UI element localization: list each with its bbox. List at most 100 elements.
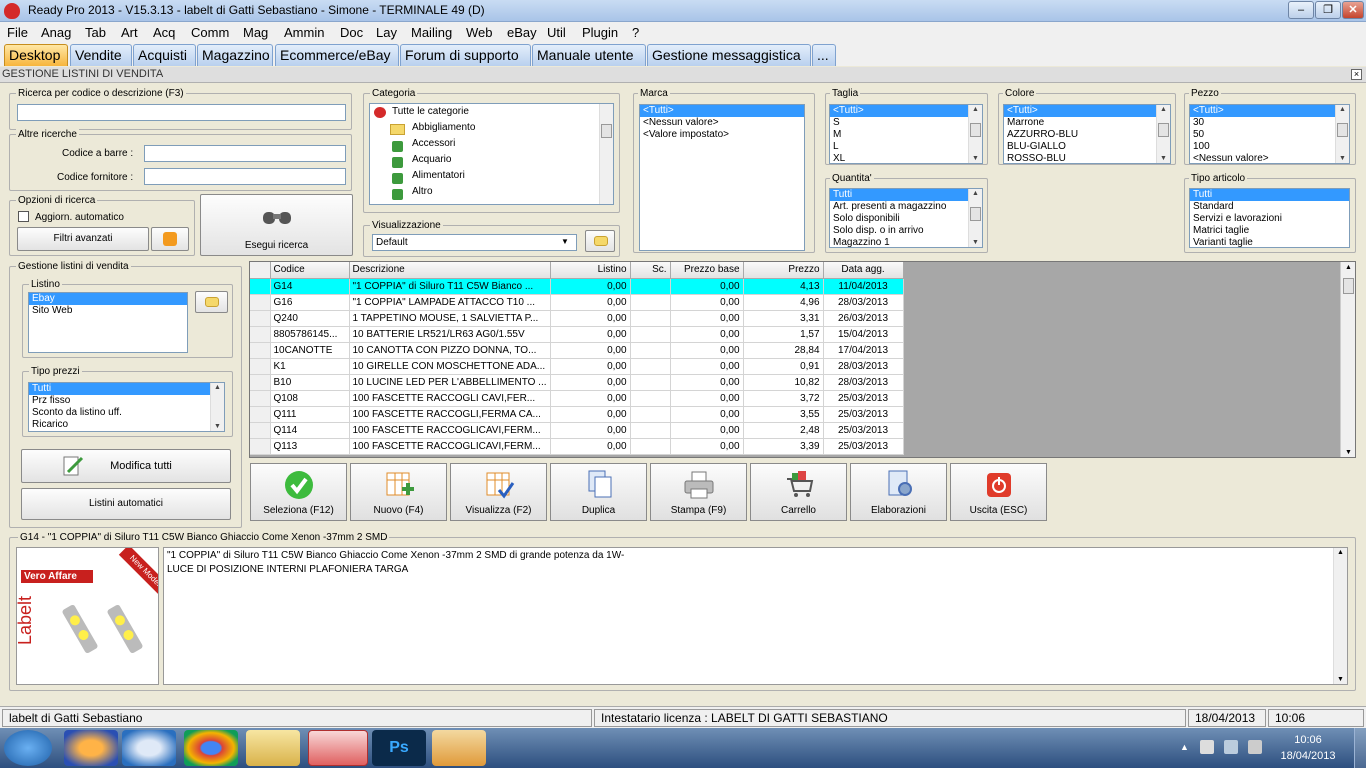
column-header-data-agg[interactable]: Data agg. xyxy=(823,262,904,279)
clock-time[interactable]: 10:06 xyxy=(1278,734,1338,746)
tab-vendite[interactable]: Vendite xyxy=(70,44,132,66)
scroll-thumb[interactable] xyxy=(1158,123,1169,137)
tab-more[interactable]: ... xyxy=(812,44,836,66)
cell-prezzo-base[interactable]: 0,00 xyxy=(670,374,744,391)
cell-listino[interactable]: 0,00 xyxy=(550,310,631,327)
category-root[interactable]: Tutte le categorie xyxy=(370,104,613,120)
tray-chevron-icon[interactable]: ▲ xyxy=(1180,742,1189,752)
cell-prezzo-base[interactable]: 0,00 xyxy=(670,326,744,343)
tray-network-icon[interactable] xyxy=(1224,740,1238,754)
cell-listino[interactable]: 0,00 xyxy=(550,358,631,375)
cell-listino[interactable]: 0,00 xyxy=(550,406,631,423)
execute-search-button[interactable]: Esegui ricerca xyxy=(200,194,353,256)
cell-listino[interactable]: 0,00 xyxy=(550,326,631,343)
cell-codice[interactable]: Q111 xyxy=(270,406,350,423)
quantity-item[interactable]: Art. presenti a magazzino xyxy=(830,201,982,213)
price-type-item[interactable]: Sconto da listino uff. xyxy=(29,407,224,419)
category-scrollbar[interactable] xyxy=(599,104,613,204)
cell-prezzo[interactable]: 3,72 xyxy=(743,390,824,407)
color-item[interactable]: AZZURRO-BLU xyxy=(1004,129,1170,141)
table-row[interactable]: G16 "1 COPPIA" LAMPADE ATTACCO T10 ... 0,0… xyxy=(250,294,904,311)
tab-magazzino[interactable]: Magazzino xyxy=(197,44,273,66)
category-item[interactable]: Abbigliamento xyxy=(370,120,613,136)
row-indicator[interactable] xyxy=(250,342,271,359)
exit-button[interactable]: Uscita (ESC) xyxy=(950,463,1047,521)
cell-descrizione[interactable]: 100 FASCETTE RACCOGLICAVI,FERM... xyxy=(349,438,551,455)
cell-codice[interactable]: Q113 xyxy=(270,438,350,455)
size-item[interactable]: L xyxy=(830,141,982,153)
piece-item[interactable]: 30 xyxy=(1190,117,1349,129)
cell-listino[interactable]: 0,00 xyxy=(550,438,631,455)
cell-codice[interactable]: K1 xyxy=(270,358,350,375)
cell-data-agg[interactable]: 26/03/2013 xyxy=(823,310,904,327)
row-indicator[interactable] xyxy=(250,294,271,311)
menu-web[interactable]: Web xyxy=(466,25,493,40)
cell-listino[interactable]: 0,00 xyxy=(550,342,631,359)
cell-prezzo[interactable]: 3,55 xyxy=(743,406,824,423)
cell-data-agg[interactable]: 28/03/2013 xyxy=(823,358,904,375)
cell-descrizione[interactable]: 10 CANOTTA CON PIZZO DONNA, TO... xyxy=(349,342,551,359)
color-item[interactable]: ROSSO-BLU xyxy=(1004,153,1170,163)
menu-util[interactable]: Util xyxy=(547,25,566,40)
table-row[interactable]: Q113 100 FASCETTE RACCOGLICAVI,FERM... 0,0… xyxy=(250,438,904,455)
column-header-descrizione[interactable]: Descrizione xyxy=(349,262,551,279)
table-scrollbar[interactable]: ▲ ▼ xyxy=(1340,262,1355,457)
cell-codice[interactable]: 8805786145... xyxy=(270,326,350,343)
cell-sconto[interactable] xyxy=(630,438,671,455)
price-type-scrollbar[interactable]: ▲ ▼ xyxy=(210,383,224,431)
view-select[interactable]: Default xyxy=(372,234,577,251)
table-row[interactable]: 10CANOTTE 10 CANOTTA CON PIZZO DONNA, TO.… xyxy=(250,342,904,359)
quantity-item[interactable]: Magazzino 1 xyxy=(830,237,982,247)
color-item[interactable]: <Tutti> xyxy=(1004,105,1170,117)
print-button[interactable]: Stampa (F9) xyxy=(650,463,747,521)
maximize-button[interactable]: ❐ xyxy=(1315,1,1341,19)
cell-codice[interactable]: B10 xyxy=(270,374,350,391)
column-header-codice[interactable]: Codice xyxy=(270,262,350,279)
select-button[interactable]: Seleziona (F12) xyxy=(250,463,347,521)
cell-sconto[interactable] xyxy=(630,406,671,423)
cell-data-agg[interactable]: 15/04/2013 xyxy=(823,326,904,343)
product-description[interactable]: "1 COPPIA" di Siluro T11 C5W Bianco Ghia… xyxy=(163,547,1348,685)
size-item[interactable]: M xyxy=(830,129,982,141)
color-scrollbar[interactable]: ▲ ▼ xyxy=(1156,105,1170,163)
tab-ecommerce[interactable]: Ecommerce/eBay xyxy=(275,44,399,66)
cell-data-agg[interactable]: 28/03/2013 xyxy=(823,294,904,311)
price-type-list[interactable]: Tutti Prz fisso Sconto da listino uff. R… xyxy=(28,382,225,432)
cell-sconto[interactable] xyxy=(630,342,671,359)
brand-item[interactable]: <Tutti> xyxy=(640,105,804,117)
cell-prezzo-base[interactable]: 0,00 xyxy=(670,438,744,455)
cell-listino[interactable]: 0,00 xyxy=(550,374,631,391)
cell-codice[interactable]: 10CANOTTE xyxy=(270,342,350,359)
row-indicator[interactable] xyxy=(250,438,271,455)
cell-prezzo-base[interactable]: 0,00 xyxy=(670,390,744,407)
ready-pro-taskbar-icon[interactable] xyxy=(308,730,368,766)
duplicate-button[interactable]: Duplica xyxy=(550,463,647,521)
supplier-code-input[interactable] xyxy=(144,168,346,185)
cell-codice[interactable]: G16 xyxy=(270,294,350,311)
row-indicator[interactable] xyxy=(250,278,271,295)
cell-prezzo[interactable]: 1,57 xyxy=(743,326,824,343)
cell-prezzo[interactable]: 28,84 xyxy=(743,342,824,359)
tab-desktop[interactable]: Desktop xyxy=(4,44,68,66)
menu-mag[interactable]: Mag xyxy=(243,25,268,40)
menu-ebay[interactable]: eBay xyxy=(507,25,537,40)
advanced-filters-button[interactable]: Filtri avanzati xyxy=(17,227,149,251)
cell-data-agg[interactable]: 28/03/2013 xyxy=(823,374,904,391)
cell-sconto[interactable] xyxy=(630,294,671,311)
cell-listino[interactable]: 0,00 xyxy=(550,294,631,311)
menu-comm[interactable]: Comm xyxy=(191,25,229,40)
cell-sconto[interactable] xyxy=(630,390,671,407)
cell-codice[interactable]: Q108 xyxy=(270,390,350,407)
category-item[interactable]: Alimentatori xyxy=(370,168,613,184)
row-indicator[interactable] xyxy=(250,390,271,407)
cell-prezzo-base[interactable]: 0,00 xyxy=(670,422,744,439)
new-button[interactable]: Nuovo (F4) xyxy=(350,463,447,521)
cell-data-agg[interactable]: 25/03/2013 xyxy=(823,438,904,455)
quantity-item[interactable]: Solo disp. o in arrivo xyxy=(830,225,982,237)
cell-codice[interactable]: G14 xyxy=(270,278,350,295)
cart-button[interactable]: Carrello xyxy=(750,463,847,521)
menu-plugin[interactable]: Plugin xyxy=(582,25,618,40)
cell-descrizione[interactable]: 100 FASCETTE RACCOGLI,FERMA CA... xyxy=(349,406,551,423)
processing-button[interactable]: Elaborazioni xyxy=(850,463,947,521)
row-indicator[interactable] xyxy=(250,326,271,343)
